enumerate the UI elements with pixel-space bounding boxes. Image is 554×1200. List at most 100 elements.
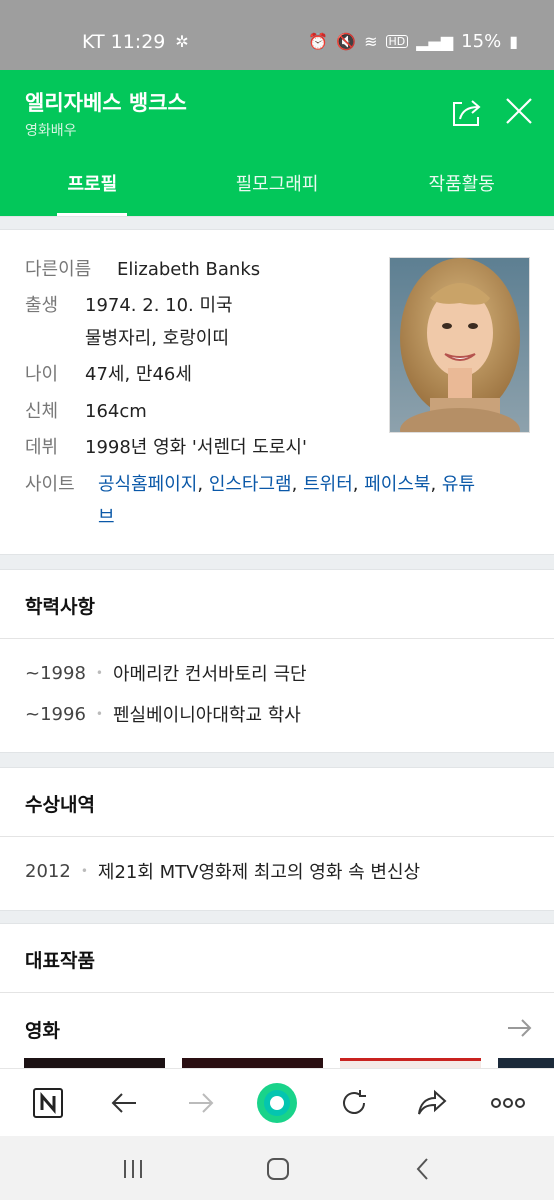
debut-row: 데뷔 1998년 영화 '서렌더 도로시' — [25, 431, 307, 464]
education-section: 학력사항 ~1998 • 아메리칸 컨서바토리 극단 ~1996 • 펜실베이니… — [0, 570, 554, 752]
site-link-instagram[interactable]: 인스타그램 — [209, 474, 292, 495]
share-toolbar-button[interactable] — [412, 1083, 452, 1123]
more-button[interactable] — [488, 1083, 528, 1123]
tab-profile[interactable]: 프로필 — [0, 158, 185, 216]
home-button[interactable] — [263, 1154, 293, 1184]
section-divider — [0, 554, 554, 570]
education-year: ~1996 — [25, 703, 86, 725]
portrait-image — [390, 258, 529, 432]
more-dots-icon — [491, 1098, 525, 1108]
zodiac-value: 물병자리, 호랑이띠 — [85, 328, 229, 349]
site-label: 사이트 — [25, 474, 75, 495]
divider — [0, 992, 554, 993]
refresh-icon — [343, 1090, 366, 1114]
site-link-youtube-cont[interactable]: 브 — [98, 507, 115, 528]
birth-value: 1974. 2. 10. 미국 — [85, 295, 233, 316]
works-category[interactable]: 영화 — [25, 1016, 60, 1043]
page-subtitle: 영화배우 — [25, 123, 77, 139]
poster-thumbnail[interactable] — [24, 1058, 165, 1068]
site-link-facebook[interactable]: 페이스북 — [364, 474, 430, 495]
battery-icon: ▮ — [509, 31, 518, 51]
alarm-icon: ⏰ — [308, 31, 329, 51]
battery-percent: 15% — [461, 31, 502, 52]
bullet-icon: • — [95, 707, 103, 721]
works-section: 대표작품 영화 — [0, 924, 554, 1068]
system-nav-bar — [0, 1136, 554, 1200]
mute-icon: 🔇 — [336, 31, 357, 51]
debut-value: 1998년 영화 '서렌더 도로시' — [85, 437, 307, 458]
bullet-icon: • — [80, 864, 88, 878]
site-link-twitter[interactable]: 트위터 — [303, 474, 353, 495]
poster-strip — [0, 1058, 554, 1068]
body-value: 164cm — [85, 401, 147, 422]
tab-bar: 프로필 필모그래피 작품활동 — [0, 158, 554, 216]
poster-thumbnail[interactable] — [498, 1058, 554, 1068]
hd-icon: HD — [385, 35, 409, 48]
body-label: 신체 — [25, 401, 59, 422]
page-title: 엘리자베스 뱅크스 — [25, 91, 187, 115]
naver-home-button[interactable] — [28, 1083, 68, 1123]
divider — [0, 836, 554, 837]
body-row: 신체 164cm — [25, 395, 147, 428]
birth-row: 출생 1974. 2. 10. 미국 물병자리, 호랑이띠 — [25, 289, 233, 355]
arrow-left-icon — [111, 1093, 136, 1113]
site-row: 사이트 공식홈페이지, 인스타그램, 트위터, 페이스북, 유튜 브 — [25, 468, 475, 534]
divider — [0, 638, 554, 639]
section-divider — [0, 910, 554, 924]
app-header: 엘리자베스 뱅크스 영화배우 — [0, 70, 554, 158]
age-row: 나이 47세, 만46세 — [25, 358, 192, 391]
section-divider — [0, 752, 554, 768]
works-title: 대표작품 — [25, 950, 95, 972]
share-icon — [453, 100, 481, 126]
education-text: 아메리칸 컨서바토리 극단 — [112, 664, 307, 685]
age-value: 47세, 만46세 — [85, 364, 192, 385]
share-button[interactable] — [448, 95, 484, 131]
tab-filmography[interactable]: 필모그래피 — [185, 158, 370, 216]
awards-title: 수상내역 — [25, 794, 95, 816]
education-text: 펜실베이니아대학교 학사 — [112, 705, 301, 726]
profile-photo[interactable] — [389, 257, 530, 433]
education-year: ~1998 — [25, 662, 86, 684]
signal-icon: ▂▄▆ — [416, 31, 454, 51]
close-icon — [506, 98, 532, 124]
list-item: 2012 • 제21회 MTV영화제 최고의 영화 속 변신상 — [25, 858, 420, 884]
green-dot-button[interactable] — [257, 1083, 297, 1123]
chevron-left-icon — [416, 1158, 428, 1180]
arrow-right-icon — [508, 1019, 532, 1037]
recent-apps-button[interactable] — [118, 1154, 148, 1184]
status-bar: KT 11:29 ✲ ⏰ 🔇 ≋ HD ▂▄▆ 15% ▮ — [0, 0, 554, 70]
other-name-value: Elizabeth Banks — [117, 259, 261, 280]
other-name-row: 다른이름 Elizabeth Banks — [25, 253, 260, 286]
browser-toolbar — [0, 1068, 554, 1136]
close-button[interactable] — [503, 95, 535, 127]
aperture-icon: ✲ — [175, 32, 189, 51]
back-button[interactable] — [104, 1083, 144, 1123]
birth-label: 출생 — [25, 295, 59, 316]
wifi-icon: ≋ — [364, 31, 378, 51]
profile-section: 다른이름 Elizabeth Banks 출생 1974. 2. 10. 미국 … — [0, 230, 554, 554]
carrier-time: KT 11:29 — [82, 31, 166, 53]
home-icon — [267, 1158, 289, 1180]
bullet-icon: • — [95, 666, 103, 680]
more-arrow-button[interactable] — [505, 1014, 533, 1042]
tab-works[interactable]: 작품활동 — [369, 158, 554, 216]
forward-button[interactable] — [181, 1083, 221, 1123]
age-label: 나이 — [25, 364, 59, 385]
other-name-label: 다른이름 — [25, 259, 92, 280]
list-item: ~1998 • 아메리칸 컨서바토리 극단 — [25, 660, 307, 686]
share-arrow-icon — [418, 1089, 447, 1115]
section-divider — [0, 216, 554, 230]
education-title: 학력사항 — [25, 596, 95, 618]
poster-thumbnail[interactable] — [182, 1058, 323, 1068]
poster-thumbnail[interactable] — [340, 1058, 481, 1068]
awards-section: 수상내역 2012 • 제21회 MTV영화제 최고의 영화 속 변신상 — [0, 768, 554, 910]
debut-label: 데뷔 — [25, 437, 59, 458]
refresh-button[interactable] — [334, 1083, 374, 1123]
award-text: 제21회 MTV영화제 최고의 영화 속 변신상 — [97, 862, 421, 883]
list-item: ~1996 • 펜실베이니아대학교 학사 — [25, 701, 301, 727]
site-link-homepage[interactable]: 공식홈페이지 — [98, 474, 197, 495]
arrow-right-icon — [189, 1093, 214, 1113]
award-year: 2012 — [25, 860, 71, 882]
site-link-youtube[interactable]: 유튜 — [442, 474, 475, 495]
system-back-button[interactable] — [408, 1154, 438, 1184]
